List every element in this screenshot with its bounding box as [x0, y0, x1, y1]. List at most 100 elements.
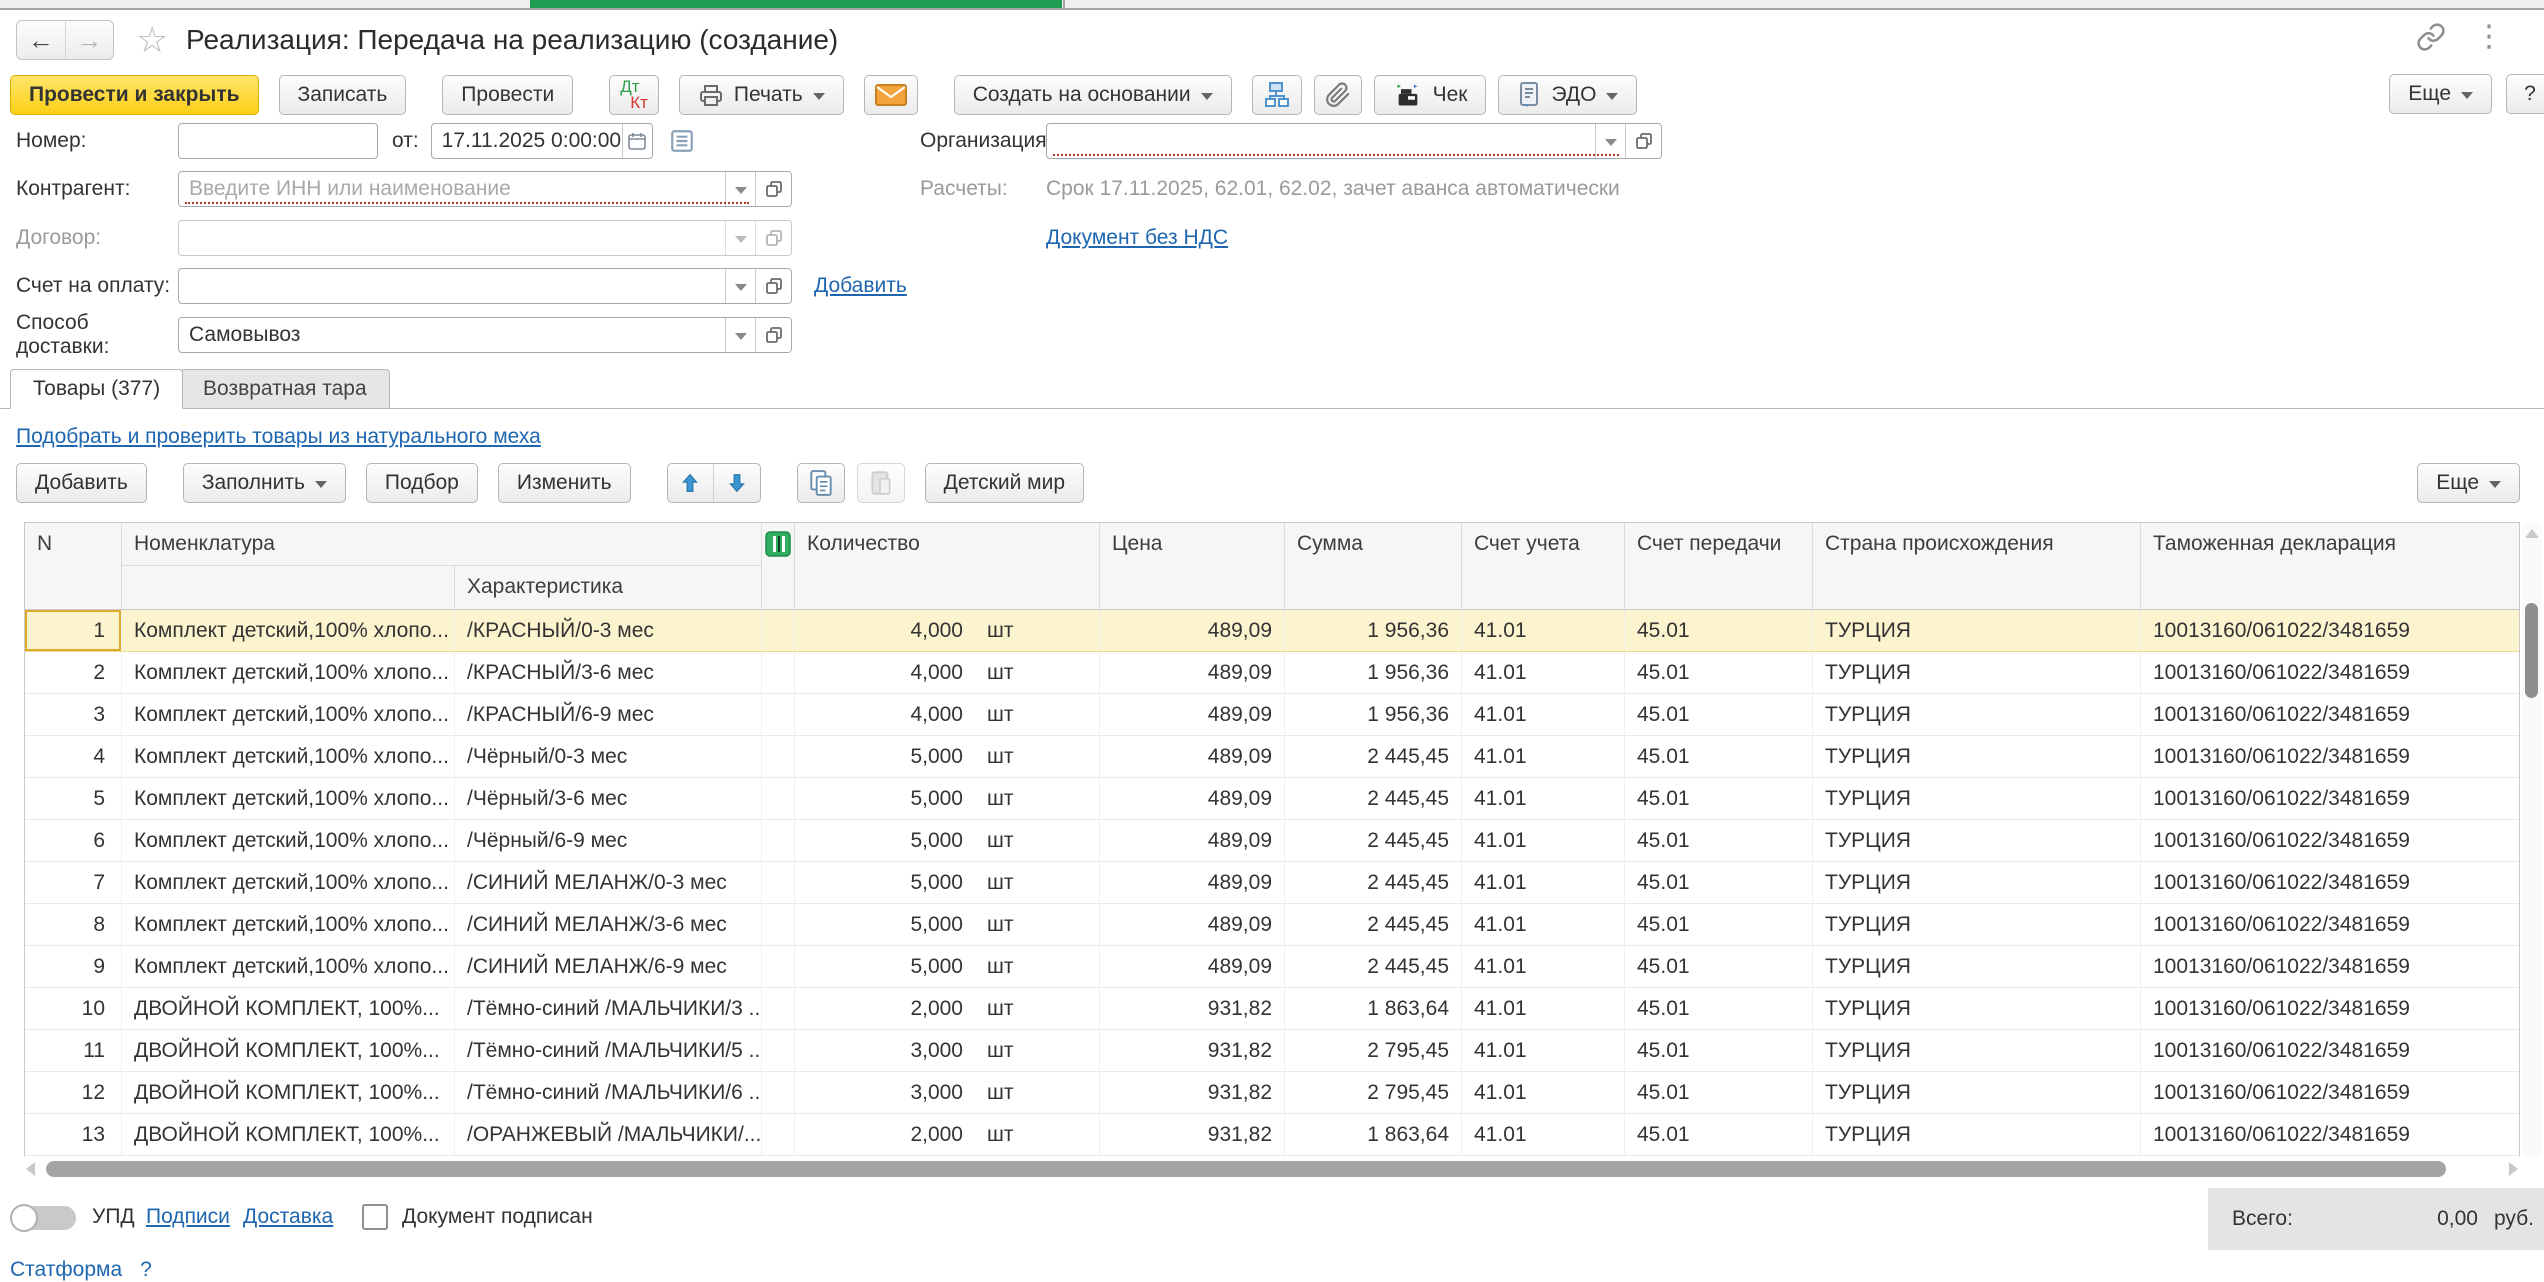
cell-qty[interactable]: 5,000: [795, 778, 975, 819]
delivery-method-input[interactable]: Самовывоз: [178, 317, 792, 353]
cell-mark[interactable]: [762, 904, 795, 945]
cell-sum[interactable]: 2 445,45: [1285, 778, 1462, 819]
table-row[interactable]: 11ДВОЙНОЙ КОМПЛЕКТ, 100%.../Тёмно-синий …: [25, 1030, 2519, 1072]
cell-mark[interactable]: [762, 1114, 795, 1155]
cell-mark[interactable]: [762, 778, 795, 819]
cell-price[interactable]: 489,09: [1100, 652, 1285, 693]
cell-qty[interactable]: 4,000: [795, 610, 975, 651]
cell-price[interactable]: 931,82: [1100, 1114, 1285, 1155]
cell-price[interactable]: 931,82: [1100, 988, 1285, 1029]
cell-acc[interactable]: 41.01: [1462, 778, 1625, 819]
cell-char[interactable]: /КРАСНЫЙ/0-3 мес: [455, 610, 762, 651]
cell-char[interactable]: /СИНИЙ МЕЛАНЖ/6-9 мес: [455, 946, 762, 987]
cell-mark[interactable]: [762, 988, 795, 1029]
cell-sum[interactable]: 1 956,36: [1285, 694, 1462, 735]
cell-char[interactable]: /СИНИЙ МЕЛАНЖ/0-3 мес: [455, 862, 762, 903]
col-header-customs[interactable]: Таможенная декларация: [2141, 523, 2518, 609]
col-header-marking[interactable]: [762, 523, 795, 609]
fur-goods-check-link[interactable]: Подобрать и проверить товары из натураль…: [16, 425, 541, 448]
cell-price[interactable]: 489,09: [1100, 694, 1285, 735]
cell-nom[interactable]: ДВОЙНОЙ КОМПЛЕКТ, 100%...: [122, 1030, 455, 1071]
cell-n[interactable]: 3: [25, 694, 122, 735]
post-and-close-button[interactable]: Провести и закрыть: [10, 75, 259, 115]
statform-help-icon[interactable]: ?: [140, 1258, 152, 1282]
cell-sum[interactable]: 1 956,36: [1285, 610, 1462, 651]
cell-country[interactable]: ТУРЦИЯ: [1813, 988, 2141, 1029]
number-input[interactable]: [178, 123, 378, 159]
cell-n[interactable]: 7: [25, 862, 122, 903]
cell-nom[interactable]: ДВОЙНОЙ КОМПЛЕКТ, 100%...: [122, 1072, 455, 1113]
edo-button[interactable]: ЭДО: [1498, 75, 1637, 115]
cell-nom[interactable]: ДВОЙНОЙ КОМПЛЕКТ, 100%...: [122, 988, 455, 1029]
cell-mark[interactable]: [762, 1072, 795, 1113]
organization-open-button[interactable]: [1625, 124, 1661, 158]
cell-sum[interactable]: 2 445,45: [1285, 736, 1462, 777]
create-based-on-button[interactable]: Создать на основании: [954, 75, 1232, 115]
cell-mark[interactable]: [762, 946, 795, 987]
cell-customs[interactable]: 10013160/061022/3481659: [2141, 1072, 2518, 1113]
cell-n[interactable]: 8: [25, 904, 122, 945]
cell-customs[interactable]: 10013160/061022/3481659: [2141, 1030, 2518, 1071]
cell-mark[interactable]: [762, 610, 795, 651]
cell-country[interactable]: ТУРЦИЯ: [1813, 1114, 2141, 1155]
table-row[interactable]: 6Комплект детский,100% хлопо.../Чёрный/6…: [25, 820, 2519, 862]
cell-tacc[interactable]: 45.01: [1625, 862, 1813, 903]
contract-input[interactable]: [178, 220, 792, 256]
delivery-dropdown-button[interactable]: [725, 318, 755, 352]
cell-nom[interactable]: Комплект детский,100% хлопо...: [122, 820, 455, 861]
cell-unit[interactable]: шт: [975, 904, 1100, 945]
cell-acc[interactable]: 41.01: [1462, 1114, 1625, 1155]
more-menu-icon[interactable]: ⋮: [2474, 22, 2504, 52]
back-button[interactable]: ←: [17, 21, 66, 59]
cell-tacc[interactable]: 45.01: [1625, 610, 1813, 651]
horizontal-scroll-thumb[interactable]: [46, 1161, 2446, 1177]
col-header-transfer-account[interactable]: Счет передачи: [1625, 523, 1813, 609]
cell-mark[interactable]: [762, 694, 795, 735]
document-signed-checkbox[interactable]: [362, 1204, 388, 1230]
cell-unit[interactable]: шт: [975, 610, 1100, 651]
change-button[interactable]: Изменить: [498, 463, 631, 503]
cell-sum[interactable]: 2 795,45: [1285, 1030, 1462, 1071]
col-header-characteristic[interactable]: Характеристика: [455, 566, 762, 609]
col-header-nomenclature[interactable]: Номенклатура: [122, 523, 762, 566]
invoice-input[interactable]: [178, 268, 792, 304]
cell-unit[interactable]: шт: [975, 652, 1100, 693]
cell-tacc[interactable]: 45.01: [1625, 1114, 1813, 1155]
cell-nom[interactable]: Комплект детский,100% хлопо...: [122, 904, 455, 945]
cell-char[interactable]: /Чёрный/3-6 мес: [455, 778, 762, 819]
col-header-account[interactable]: Счет учета: [1462, 523, 1625, 609]
table-row[interactable]: 9Комплект детский,100% хлопо.../СИНИЙ МЕ…: [25, 946, 2519, 988]
dtkt-postings-button[interactable]: ДтКт: [609, 75, 659, 115]
forward-button[interactable]: →: [66, 21, 114, 59]
cell-qty[interactable]: 2,000: [795, 988, 975, 1029]
organization-dropdown-button[interactable]: [1595, 124, 1625, 158]
document-structure-button[interactable]: [1252, 75, 1302, 115]
table-row[interactable]: 5Комплект детский,100% хлопо.../Чёрный/3…: [25, 778, 2519, 820]
cell-unit[interactable]: шт: [975, 988, 1100, 1029]
cell-country[interactable]: ТУРЦИЯ: [1813, 820, 2141, 861]
cell-acc[interactable]: 41.01: [1462, 946, 1625, 987]
counterparty-dropdown-button[interactable]: [725, 172, 755, 206]
cell-sum[interactable]: 1 863,64: [1285, 1114, 1462, 1155]
upd-toggle[interactable]: [10, 1204, 76, 1232]
cell-customs[interactable]: 10013160/061022/3481659: [2141, 820, 2518, 861]
cell-char[interactable]: /КРАСНЫЙ/6-9 мес: [455, 694, 762, 735]
cell-customs[interactable]: 10013160/061022/3481659: [2141, 946, 2518, 987]
cell-tacc[interactable]: 45.01: [1625, 694, 1813, 735]
cell-tacc[interactable]: 45.01: [1625, 778, 1813, 819]
send-email-button[interactable]: [864, 75, 918, 115]
cell-country[interactable]: ТУРЦИЯ: [1813, 610, 2141, 651]
tab-returnable-tare[interactable]: Возвратная тара: [180, 369, 390, 409]
cell-qty[interactable]: 3,000: [795, 1030, 975, 1071]
cell-n[interactable]: 2: [25, 652, 122, 693]
fill-button[interactable]: Заполнить: [183, 463, 346, 503]
table-row[interactable]: 12ДВОЙНОЙ КОМПЛЕКТ, 100%.../Тёмно-синий …: [25, 1072, 2519, 1114]
col-header-n[interactable]: N: [25, 523, 122, 609]
cell-qty[interactable]: 5,000: [795, 820, 975, 861]
cell-price[interactable]: 931,82: [1100, 1072, 1285, 1113]
cell-country[interactable]: ТУРЦИЯ: [1813, 778, 2141, 819]
cell-sum[interactable]: 2 445,45: [1285, 904, 1462, 945]
counterparty-open-button[interactable]: [755, 172, 791, 206]
cell-tacc[interactable]: 45.01: [1625, 652, 1813, 693]
cell-customs[interactable]: 10013160/061022/3481659: [2141, 904, 2518, 945]
